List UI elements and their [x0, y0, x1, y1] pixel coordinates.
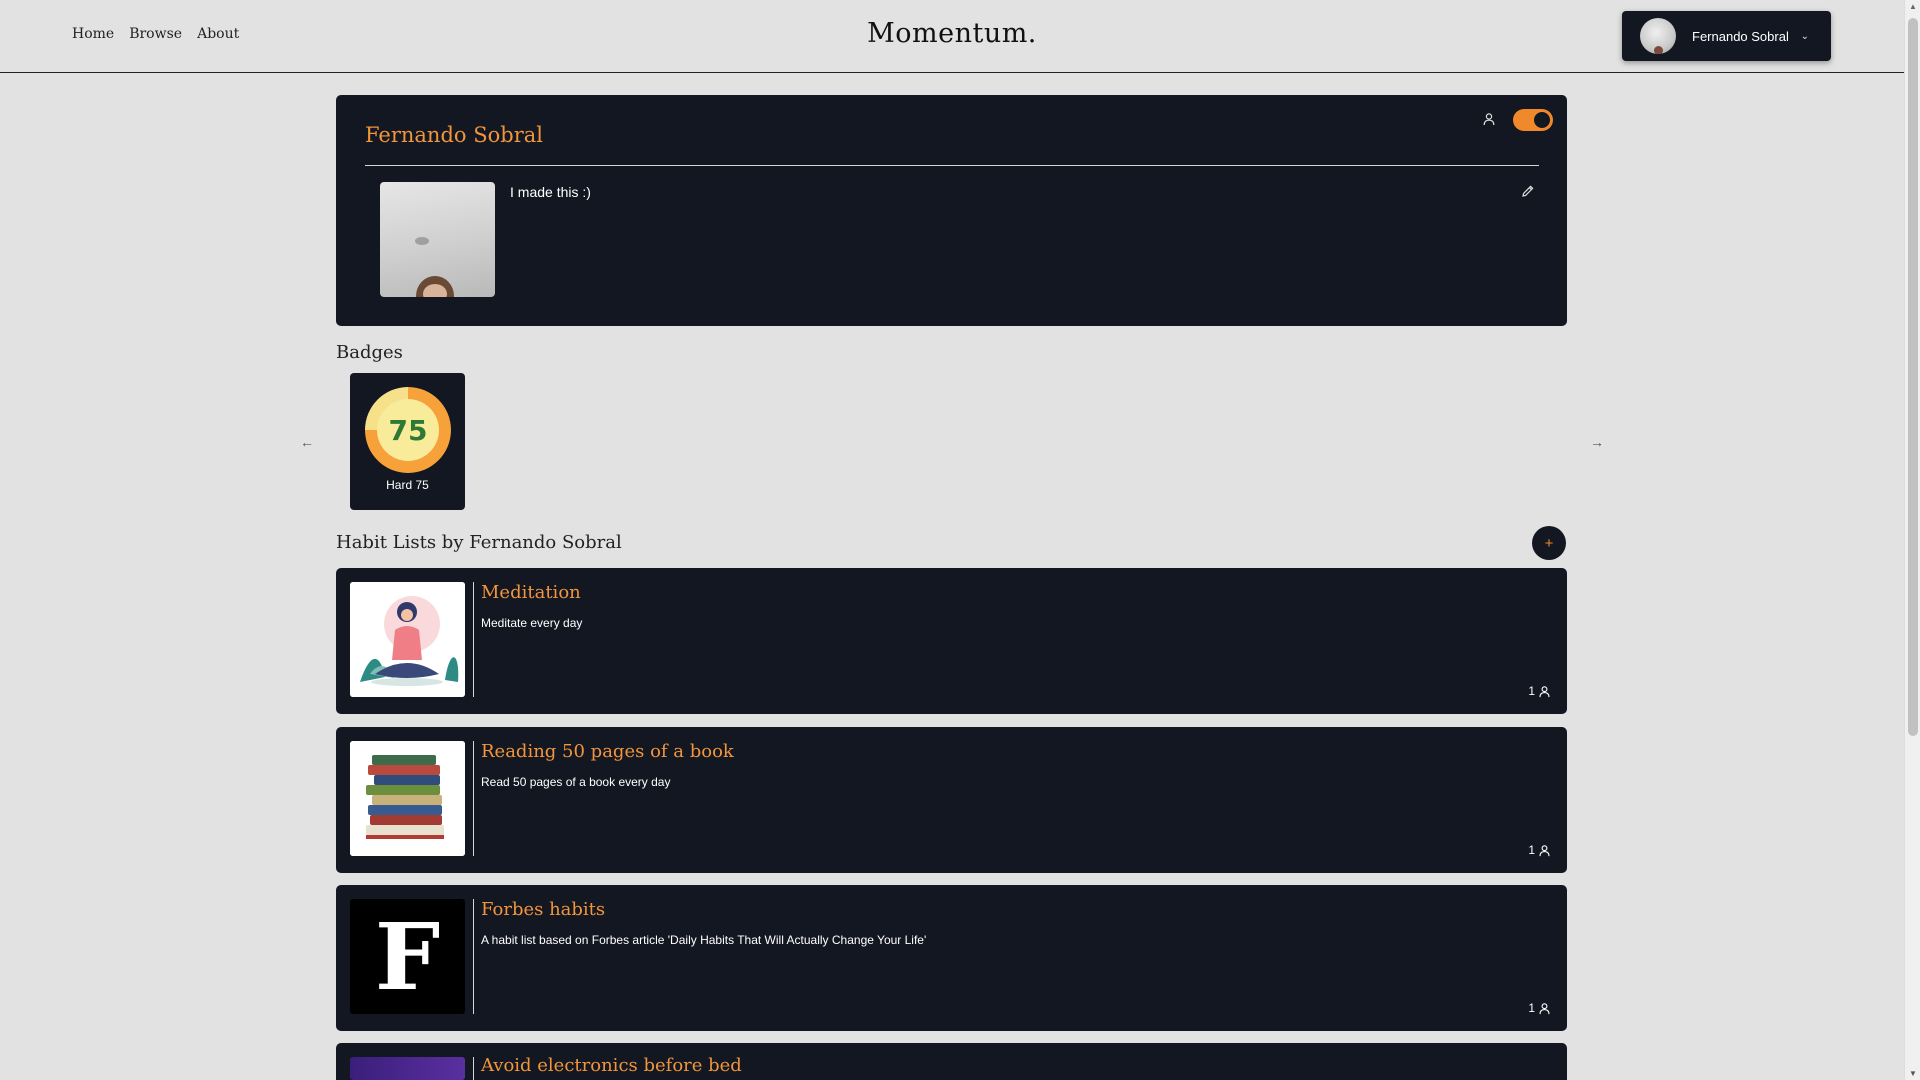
arrow-right-icon[interactable]: →	[1590, 434, 1604, 450]
badge-icon-text: 75	[377, 399, 439, 461]
habit-list-title[interactable]: Reading 50 pages of a book	[481, 741, 734, 762]
habit-divider	[473, 1057, 474, 1080]
profile-divider	[365, 165, 1539, 166]
habit-divider	[473, 741, 474, 856]
brand-logo[interactable]: Momentum.	[0, 18, 1904, 49]
habit-list-title[interactable]: Avoid electronics before bed	[481, 1055, 742, 1076]
books-stack-image	[350, 741, 465, 856]
meditation-illustration	[350, 582, 465, 697]
photo-detail	[415, 237, 429, 245]
follower-count-value: 1	[1528, 684, 1535, 698]
follower-count-value: 1	[1528, 1001, 1535, 1015]
person-icon	[1483, 113, 1495, 126]
toggle-knob	[1534, 112, 1550, 128]
person-icon	[1539, 1002, 1550, 1014]
habit-list-card[interactable]: F Forbes habits A habit list based on Fo…	[336, 885, 1567, 1031]
habit-list-description: Read 50 pages of a book every day	[481, 775, 671, 789]
badge-label: Hard 75	[386, 478, 429, 492]
person-icon	[1539, 685, 1550, 697]
profile-bio: I made this :)	[510, 184, 591, 200]
habit-list-card[interactable]: Meditation Meditate every day 1	[336, 568, 1567, 714]
follower-count: 1	[1528, 843, 1551, 857]
forbes-logo-letter: F	[374, 902, 441, 1011]
add-habit-list-button[interactable]: +	[1532, 526, 1566, 560]
habit-list-card[interactable]: Reading 50 pages of a book Read 50 pages…	[336, 727, 1567, 873]
hard-75-badge-icon: 75	[365, 387, 451, 473]
page-scrollbar[interactable]: ▲ ▼	[1904, 0, 1920, 1080]
photo-face	[423, 284, 447, 297]
habit-list-title[interactable]: Meditation	[481, 582, 581, 603]
person-icon	[1539, 844, 1550, 856]
habit-divider	[473, 899, 474, 1014]
edit-pencil-icon[interactable]	[1521, 184, 1535, 198]
habit-list-description: A habit list based on Forbes article 'Da…	[481, 933, 927, 947]
follower-count: 1	[1528, 1001, 1551, 1015]
follower-count: 1	[1528, 684, 1551, 698]
chevron-down-icon: ⌄	[1800, 30, 1809, 42]
profile-name: Fernando Sobral	[365, 123, 543, 147]
badge-card[interactable]: 75 Hard 75	[350, 373, 465, 510]
habit-lists-heading: Habit Lists by Fernando Sobral	[336, 532, 622, 553]
follower-count-value: 1	[1528, 843, 1535, 857]
badges-heading: Badges	[336, 342, 403, 363]
purple-illustration	[350, 1057, 465, 1080]
habit-list-description: Meditate every day	[481, 616, 583, 630]
scrollbar-thumb[interactable]	[1908, 18, 1918, 736]
profile-card: Fernando Sobral I made this :)	[336, 95, 1567, 326]
top-navbar: Home Browse About Momentum. Fernando Sob…	[0, 0, 1904, 73]
user-avatar	[1640, 18, 1676, 54]
privacy-toggle[interactable]	[1513, 109, 1553, 131]
forbes-logo-image: F	[350, 899, 465, 1014]
habit-divider	[473, 582, 474, 697]
habit-list-card[interactable]: Avoid electronics before bed	[336, 1043, 1567, 1080]
arrow-left-icon[interactable]: ←	[300, 434, 314, 450]
user-menu-button[interactable]: Fernando Sobral ⌄	[1622, 11, 1831, 61]
habit-list-title[interactable]: Forbes habits	[481, 899, 605, 920]
scroll-down-arrow-icon[interactable]: ▼	[1909, 1069, 1917, 1078]
user-menu-name: Fernando Sobral	[1692, 28, 1789, 44]
profile-photo	[380, 182, 495, 297]
scroll-up-arrow-icon[interactable]: ▲	[1909, 2, 1917, 11]
